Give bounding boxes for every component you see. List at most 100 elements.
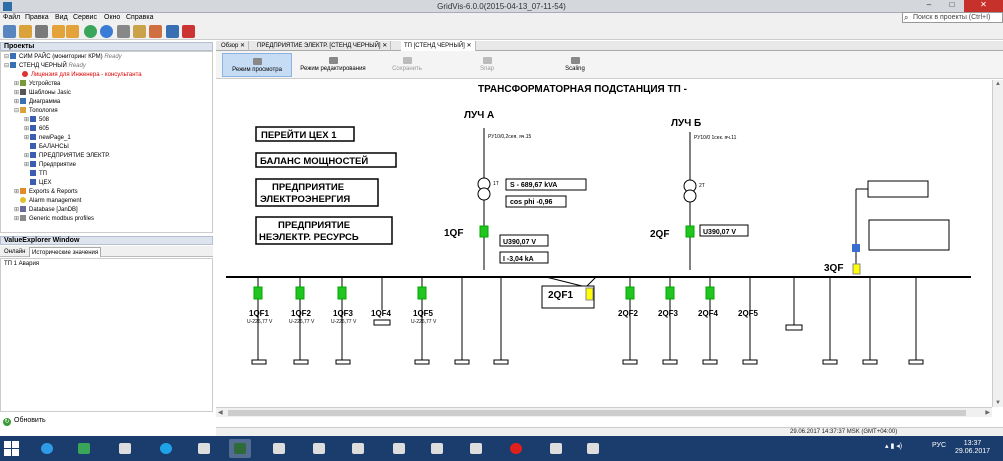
tree-item[interactable]: Alarm management bbox=[14, 197, 81, 206]
feeder-load[interactable] bbox=[293, 359, 309, 365]
breaker-1qf[interactable] bbox=[479, 225, 489, 238]
feeder-load[interactable] bbox=[622, 359, 638, 365]
breaker-2qf[interactable] bbox=[685, 225, 695, 238]
tab-historical[interactable]: Исторические значения bbox=[29, 247, 102, 257]
link-enterprise-nonelectr-2[interactable]: НЕЭЛЕКТР. РЕСУРСЬ bbox=[259, 232, 359, 243]
link-workshop[interactable]: ПЕРЕЙТИ ЦЕХ 1 bbox=[261, 129, 337, 141]
feeder-breaker[interactable] bbox=[705, 286, 715, 300]
diagram-canvas[interactable]: ТРАНСФОРМАТОРНАЯ ПОДСТАНЦИЯ ТП - ПЕРЕЙТИ… bbox=[216, 80, 992, 407]
save-button[interactable]: Сохранить bbox=[386, 53, 428, 77]
link-enterprise-nonelectr-1[interactable]: ПРЕДПРИЯТИЕ bbox=[278, 220, 350, 231]
tree-item[interactable]: ⊞ ПРЕДПРИЯТИЕ ЭЛЕКТР. bbox=[24, 152, 110, 161]
tree-item[interactable]: ⊟ СИМ РАЙС (мониторинг КРМ) Ready bbox=[4, 53, 122, 62]
scaling-button[interactable]: Scaling bbox=[561, 53, 589, 77]
feeder-breaker[interactable] bbox=[253, 286, 263, 300]
new-project-icon[interactable] bbox=[3, 25, 16, 38]
taskbar-store[interactable] bbox=[73, 439, 95, 458]
device-icon[interactable] bbox=[117, 25, 130, 38]
link-enterprise-electr-1[interactable]: ПРЕДПРИЯТИЕ bbox=[272, 182, 344, 193]
snap-button[interactable]: Snap bbox=[476, 53, 498, 77]
feeder-load[interactable] bbox=[493, 359, 509, 365]
minimize-button[interactable]: – bbox=[918, 0, 940, 12]
list-item[interactable]: ТП 1 Авария bbox=[4, 261, 39, 267]
settings-icon[interactable] bbox=[182, 25, 195, 38]
taskbar-app[interactable] bbox=[426, 439, 448, 458]
search-input[interactable]: ⌕ Поиск в проекты (Ctrl+I) bbox=[902, 12, 1003, 23]
tree-item[interactable]: ЦЕХ bbox=[24, 179, 51, 188]
feeder-load[interactable] bbox=[251, 359, 267, 365]
view-mode-button[interactable]: Режим просмотра bbox=[222, 53, 292, 77]
users-icon[interactable] bbox=[166, 25, 179, 38]
globe-icon[interactable] bbox=[100, 25, 113, 38]
save-all-icon[interactable] bbox=[35, 25, 48, 38]
taskbar-yandex[interactable] bbox=[505, 439, 527, 458]
feeder-load[interactable] bbox=[454, 359, 470, 365]
feeder-breaker[interactable] bbox=[417, 286, 427, 300]
scroll-left-icon[interactable]: ◀ bbox=[218, 409, 223, 416]
tree-item[interactable]: БАЛАНСЫ bbox=[24, 143, 69, 152]
feeder-load[interactable] bbox=[908, 359, 924, 365]
feeder-load[interactable] bbox=[742, 359, 758, 365]
taskbar-skype[interactable] bbox=[155, 439, 177, 458]
windows-start-icon[interactable] bbox=[4, 441, 19, 456]
open-project-icon[interactable] bbox=[19, 25, 32, 38]
scroll-right-icon[interactable]: ▶ bbox=[985, 409, 990, 416]
tab-enterprise-electr[interactable]: ПРЕДПРИЯТИЕ ЭЛЕКТР. [СТЕНД ЧЕРНЫЙ] ✕ bbox=[254, 41, 392, 51]
feeder-load[interactable] bbox=[785, 324, 803, 331]
breaker-3qf[interactable] bbox=[852, 263, 861, 275]
feeder-load[interactable] bbox=[862, 359, 878, 365]
taskbar-app[interactable] bbox=[268, 439, 290, 458]
link-enterprise-electr-2[interactable]: ЭЛЕКТРОЭНЕРГИЯ bbox=[260, 194, 350, 205]
tree-item[interactable]: ⊞ 508 bbox=[24, 116, 49, 125]
feeder-load[interactable] bbox=[414, 359, 430, 365]
feeder-breaker[interactable] bbox=[625, 286, 635, 300]
aux-device-1[interactable] bbox=[867, 180, 929, 198]
tab-tp[interactable]: ТП [СТЕНД ЧЕРНЫЙ] ✕ bbox=[401, 41, 476, 51]
taskbar-gridvis[interactable] bbox=[229, 439, 251, 458]
taskbar-app[interactable] bbox=[308, 439, 330, 458]
tree-item[interactable]: ⊞ 605 bbox=[24, 125, 49, 134]
chart-icon[interactable] bbox=[149, 25, 162, 38]
horizontal-scrollbar[interactable]: ◀ ▶ bbox=[216, 407, 992, 417]
taskbar-app[interactable] bbox=[545, 439, 567, 458]
taskbar-app[interactable] bbox=[193, 439, 215, 458]
feeder-load[interactable] bbox=[335, 359, 351, 365]
tree-item[interactable]: ⊞ newPage_1 bbox=[24, 134, 71, 143]
taskbar-ie[interactable] bbox=[36, 439, 58, 458]
tree-item[interactable]: ⊞ Generic modbus profiles bbox=[14, 215, 94, 224]
transformer-a-coil2[interactable] bbox=[477, 187, 491, 201]
close-button[interactable]: ✕ bbox=[964, 0, 1003, 12]
taskbar-app[interactable] bbox=[347, 439, 369, 458]
refresh-button[interactable]: ↻ Обновить bbox=[3, 416, 46, 426]
menu-file[interactable]: Файл bbox=[3, 14, 20, 21]
taskbar-app[interactable] bbox=[388, 439, 410, 458]
feeder-load[interactable] bbox=[822, 359, 838, 365]
feeder-breaker[interactable] bbox=[337, 286, 347, 300]
link-power-balance[interactable]: БАЛАНС МОЩНОСТЕЙ bbox=[260, 155, 368, 167]
taskbar-app[interactable] bbox=[465, 439, 487, 458]
feeder-load[interactable] bbox=[702, 359, 718, 365]
scroll-up-icon[interactable]: ▲ bbox=[995, 81, 1001, 87]
tree-item[interactable]: ⊞ Предприятие bbox=[24, 161, 76, 170]
menu-window[interactable]: Окно bbox=[104, 14, 120, 21]
transformer-b-coil2[interactable] bbox=[683, 189, 697, 203]
lock-icon[interactable] bbox=[133, 25, 146, 38]
taskbar-app[interactable] bbox=[114, 439, 136, 458]
tree-item[interactable]: ⊞ Диаграмма bbox=[14, 98, 60, 107]
tab-online[interactable]: Онлайн bbox=[2, 247, 27, 257]
tree-item[interactable]: ⊞ Устройства bbox=[14, 80, 60, 89]
menu-help[interactable]: Справка bbox=[126, 14, 153, 21]
maximize-button[interactable]: □ bbox=[941, 0, 963, 12]
feeder-load[interactable] bbox=[662, 359, 678, 365]
tree-item[interactable]: Лицензия для Инженера - консультанта bbox=[22, 71, 142, 80]
taskbar-app[interactable] bbox=[582, 439, 604, 458]
aux-device-2[interactable] bbox=[868, 219, 950, 251]
menu-view[interactable]: Вид bbox=[55, 14, 68, 21]
horizontal-scroll-thumb[interactable] bbox=[228, 410, 966, 416]
tree-item[interactable]: ТП bbox=[24, 170, 47, 179]
tree-item[interactable]: ⊞ Exports & Reports bbox=[14, 188, 78, 197]
redo-icon[interactable] bbox=[66, 25, 79, 38]
tree-item[interactable]: ⊟ СТЕНД ЧЕРНЫЙ Ready bbox=[4, 62, 86, 71]
undo-icon[interactable] bbox=[52, 25, 65, 38]
menu-service[interactable]: Сервис bbox=[73, 14, 97, 21]
